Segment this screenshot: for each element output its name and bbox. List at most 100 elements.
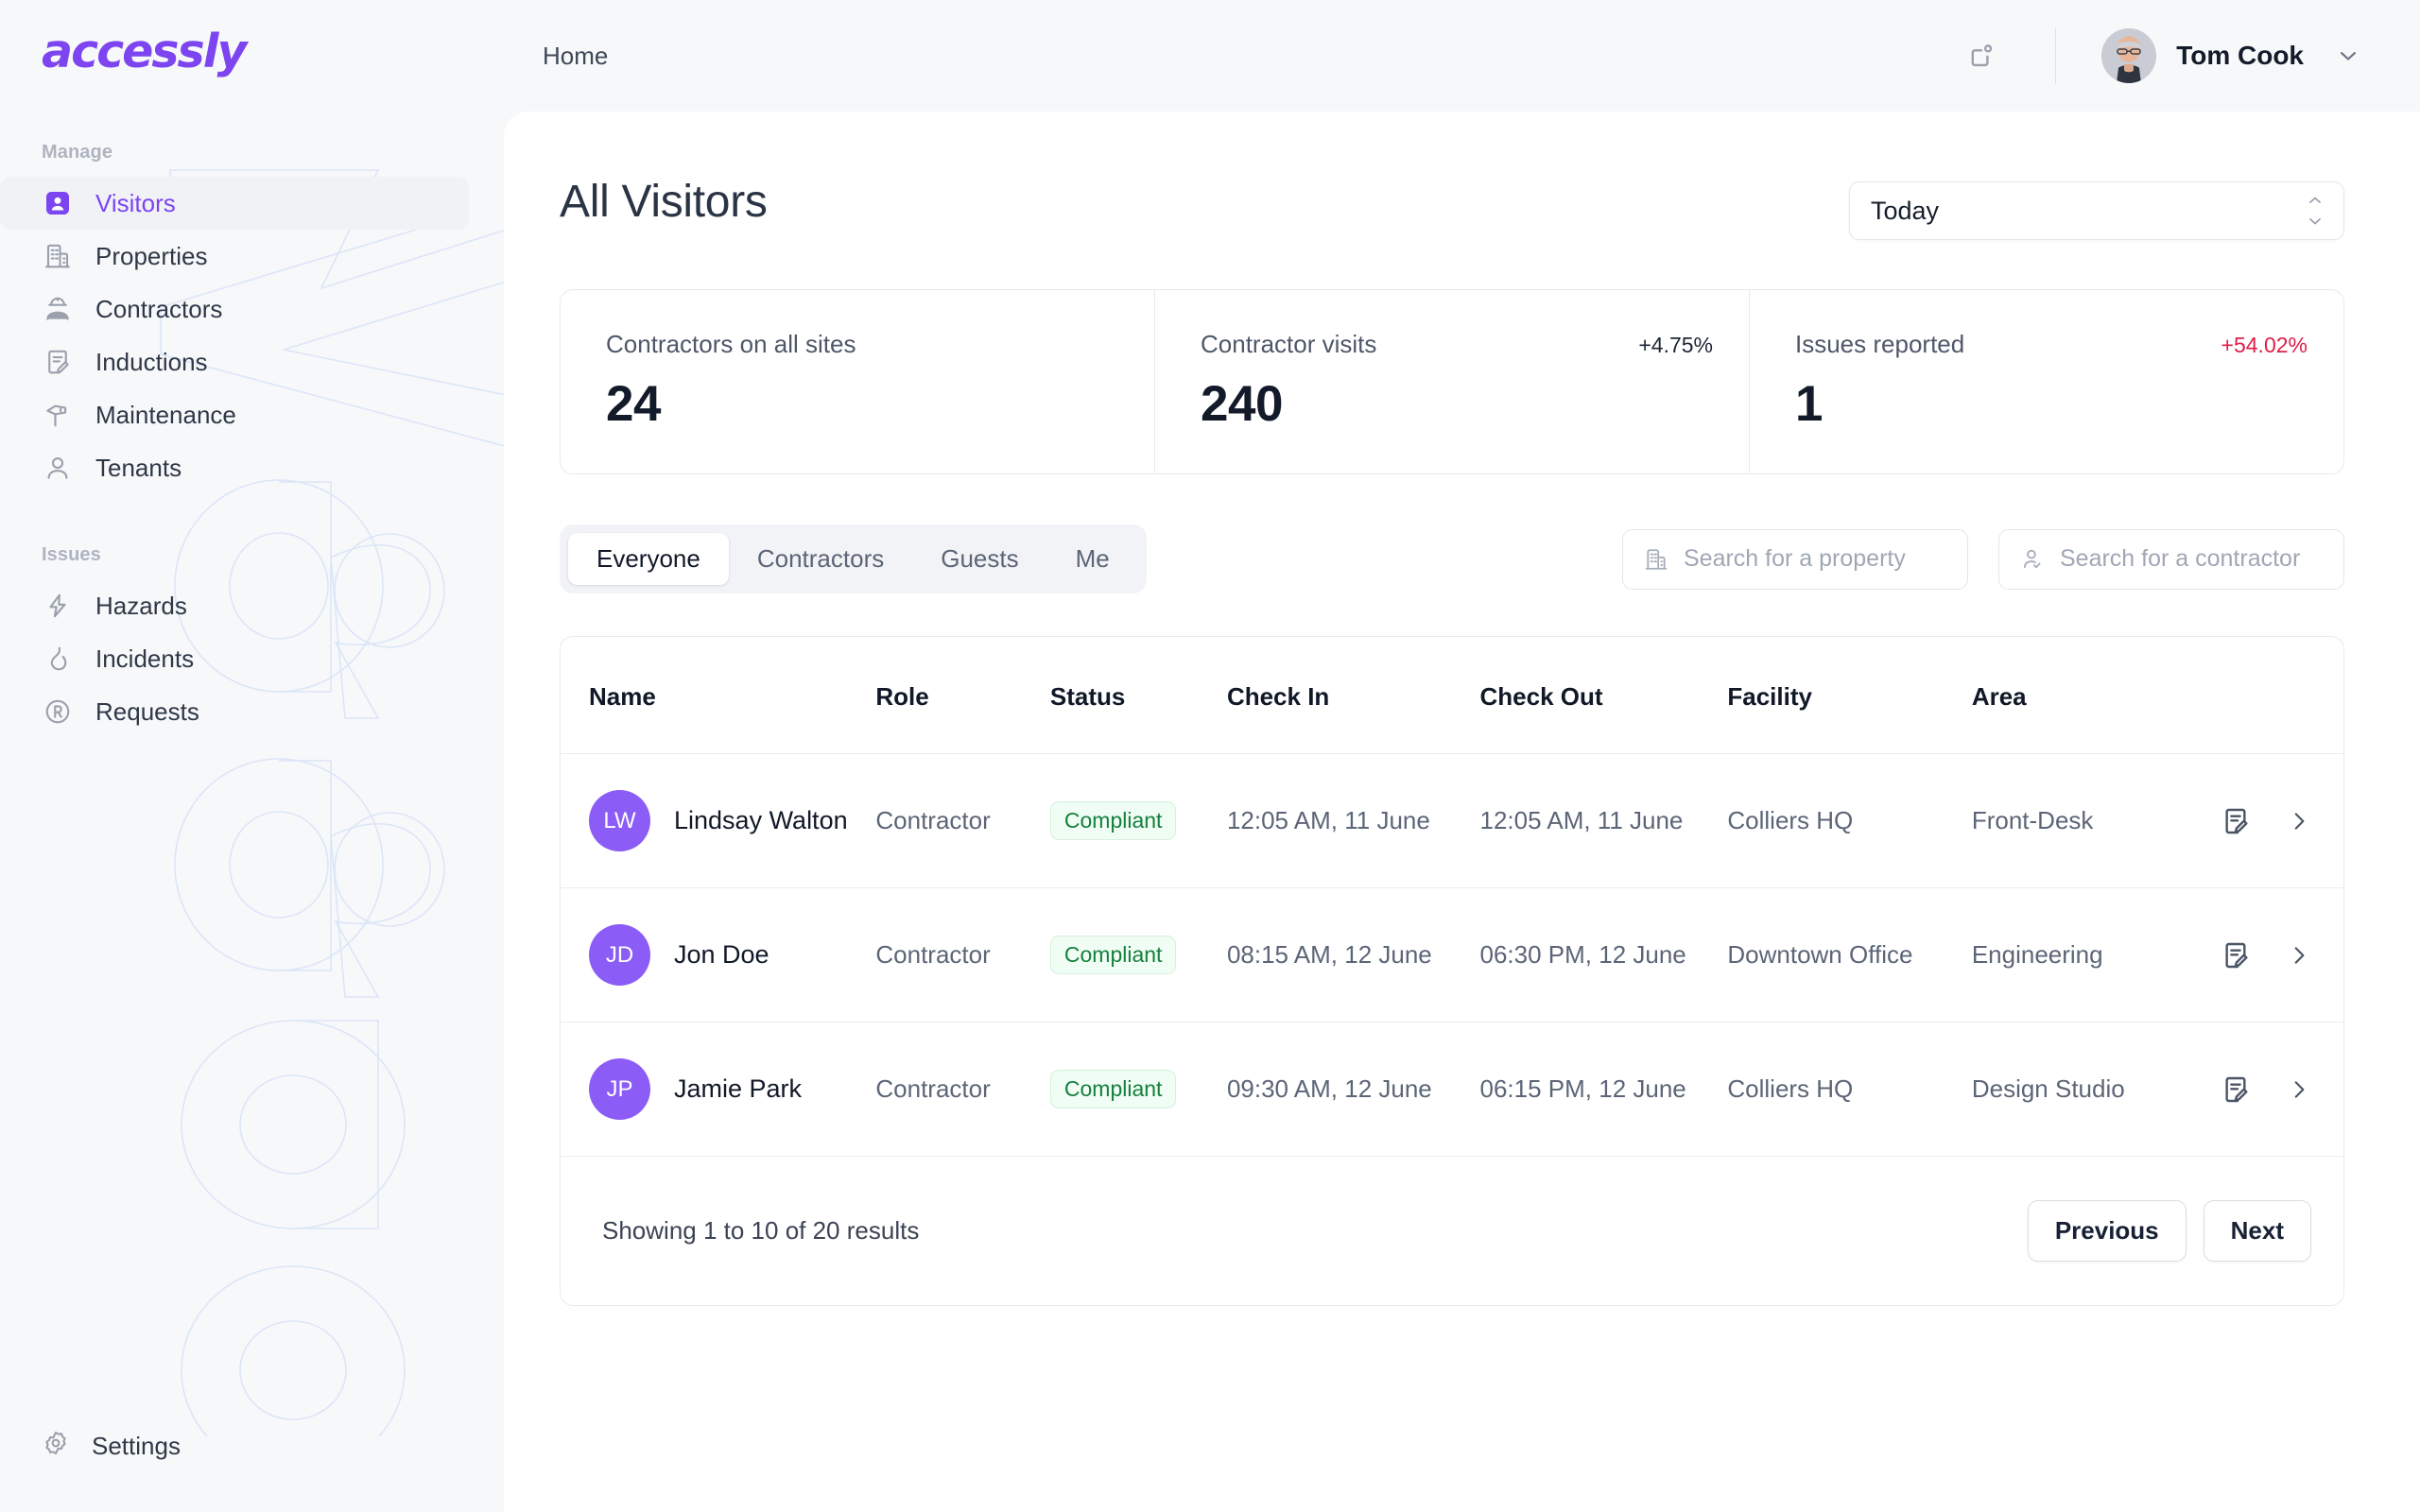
table-header-row: Name Role Status Check In Check Out Faci… <box>561 637 2343 754</box>
stat-label: Contractors on all sites <box>606 330 856 358</box>
cell-check-out: 12:05 AM, 11 June <box>1479 753 1728 888</box>
sidebar-item-requests[interactable]: Requests <box>0 685 504 738</box>
cell-status: Compliant <box>1049 753 1227 888</box>
property-search-box[interactable] <box>1622 528 1968 590</box>
settings-label: Settings <box>92 1432 181 1460</box>
column-header-actions <box>2221 637 2343 754</box>
stat-card-issues-reported: Issues reported +54.02% 1 <box>1749 290 2343 473</box>
chevron-right-icon[interactable] <box>2287 1077 2311 1102</box>
top-bar: Home Tom Cook <box>504 0 2420 112</box>
cell-name: JD Jon Doe <box>561 887 876 1022</box>
stat-value: 24 <box>606 376 661 432</box>
avatar: LW <box>589 790 650 851</box>
next-page-button[interactable]: Next <box>2203 1200 2311 1262</box>
visitor-name: Jamie Park <box>674 1074 803 1103</box>
cell-check-out: 06:15 PM, 12 June <box>1479 1022 1728 1157</box>
contractor-search-box[interactable] <box>1998 528 2344 590</box>
visitors-table-card: Name Role Status Check In Check Out Faci… <box>560 636 2344 1306</box>
filter-toolbar: Everyone Contractors Guests Me <box>560 524 2344 593</box>
previous-page-button[interactable]: Previous <box>2027 1200 2187 1262</box>
sidebar-item-label: Visitors <box>95 188 176 217</box>
tab-guests[interactable]: Guests <box>912 533 1046 585</box>
sidebar-item-tenants[interactable]: Tenants <box>0 441 504 494</box>
page-title: All Visitors <box>560 177 768 227</box>
status-badge: Compliant <box>1049 801 1177 840</box>
sidebar-item-incidents[interactable]: Incidents <box>0 632 504 685</box>
contractor-search-input[interactable] <box>2060 545 2323 573</box>
avatar: JD <box>589 924 650 986</box>
status-badge: Compliant <box>1049 1070 1177 1108</box>
column-header-facility: Facility <box>1727 637 1972 754</box>
app-logo[interactable]: accessly <box>42 25 247 78</box>
sidebar-item-settings[interactable]: Settings <box>0 1429 181 1464</box>
table-row[interactable]: JD Jon Doe Contractor Compliant 08:15 AM… <box>561 887 2343 1022</box>
stat-card-contractor-visits: Contractor visits +4.75% 240 <box>1154 290 1749 473</box>
stat-label: Contractor visits <box>1201 330 1377 358</box>
column-header-role: Role <box>875 637 1050 754</box>
date-range-select[interactable]: Today <box>1849 181 2344 240</box>
sidebar-item-label: Requests <box>95 696 199 726</box>
avatar <box>2101 28 2157 83</box>
topbar-divider <box>2055 27 2057 84</box>
sidebar-item-inductions[interactable]: Inductions <box>0 335 504 388</box>
cell-role: Contractor <box>875 753 1050 888</box>
column-header-check-out: Check Out <box>1479 637 1728 754</box>
cell-actions <box>2221 753 2343 888</box>
cell-name: LW Lindsay Walton <box>561 753 876 888</box>
search-group <box>1622 528 2344 590</box>
cell-check-in: 09:30 AM, 12 June <box>1226 1022 1480 1157</box>
person-icon <box>42 452 74 484</box>
cell-check-in: 08:15 AM, 12 June <box>1226 887 1480 1022</box>
property-search-input[interactable] <box>1684 545 1946 573</box>
chevron-down-icon[interactable] <box>2335 43 2361 69</box>
table-row[interactable]: JP Jamie Park Contractor Compliant 09:30… <box>561 1022 2343 1157</box>
cell-area: Engineering <box>1971 887 2221 1022</box>
document-edit-icon[interactable] <box>2221 806 2251 836</box>
chevron-right-icon[interactable] <box>2287 809 2311 833</box>
user-menu[interactable]: Tom Cook <box>2101 28 2361 83</box>
sidebar-item-contractors[interactable]: Contractors <box>0 283 504 335</box>
pagination: Showing 1 to 10 of 20 results Previous N… <box>561 1157 2343 1305</box>
up-down-chevron-icon <box>2306 197 2325 225</box>
visitor-name: Jon Doe <box>674 940 769 969</box>
sidebar-item-label: Contractors <box>95 294 223 323</box>
date-range-value: Today <box>1871 196 1940 225</box>
table-head: Name Role Status Check In Check Out Faci… <box>561 637 2343 754</box>
cell-role: Contractor <box>875 887 1050 1022</box>
user-name: Tom Cook <box>2176 41 2304 70</box>
sidebar-item-label: Properties <box>95 241 208 270</box>
cell-area: Design Studio <box>1971 1022 2221 1157</box>
cell-facility: Downtown Office <box>1727 887 1972 1022</box>
main-content-panel: All Visitors Today Contractors on all si… <box>504 112 2420 1512</box>
sidebar-item-label: Incidents <box>95 644 195 673</box>
notification-square-icon[interactable] <box>1957 31 2006 80</box>
visitor-name: Lindsay Walton <box>674 806 848 834</box>
avatar: JP <box>589 1058 650 1120</box>
user-card-icon <box>42 187 74 219</box>
table-row[interactable]: LW Lindsay Walton Contractor Compliant 1… <box>561 753 2343 888</box>
cell-actions <box>2221 1022 2343 1157</box>
tab-contractors[interactable]: Contractors <box>729 533 912 585</box>
tab-me[interactable]: Me <box>1047 533 1138 585</box>
sidebar-item-label: Maintenance <box>95 400 236 429</box>
stat-value: 1 <box>1795 376 1823 432</box>
nav-section-label-issues: Issues <box>42 544 101 565</box>
lightning-bolt-icon <box>42 590 74 622</box>
sidebar-item-properties[interactable]: Properties <box>0 230 504 283</box>
cell-facility: Colliers HQ <box>1727 1022 1972 1157</box>
building-icon <box>1644 547 1668 572</box>
cell-name: JP Jamie Park <box>561 1022 876 1157</box>
sidebar-item-visitors[interactable]: Visitors <box>0 177 469 230</box>
sidebar-item-hazards[interactable]: Hazards <box>0 579 504 632</box>
status-badge: Compliant <box>1049 936 1177 974</box>
person-check-icon <box>2020 547 2045 572</box>
nav-list-issues: Hazards Incidents Requests <box>0 579 504 738</box>
chevron-right-icon[interactable] <box>2287 943 2311 968</box>
tab-everyone[interactable]: Everyone <box>568 533 729 585</box>
sidebar-item-maintenance[interactable]: Maintenance <box>0 388 504 441</box>
flame-icon <box>42 643 74 675</box>
document-edit-icon <box>42 346 74 378</box>
document-edit-icon[interactable] <box>2221 1074 2251 1105</box>
document-edit-icon[interactable] <box>2221 940 2251 971</box>
breadcrumb[interactable]: Home <box>543 42 608 71</box>
